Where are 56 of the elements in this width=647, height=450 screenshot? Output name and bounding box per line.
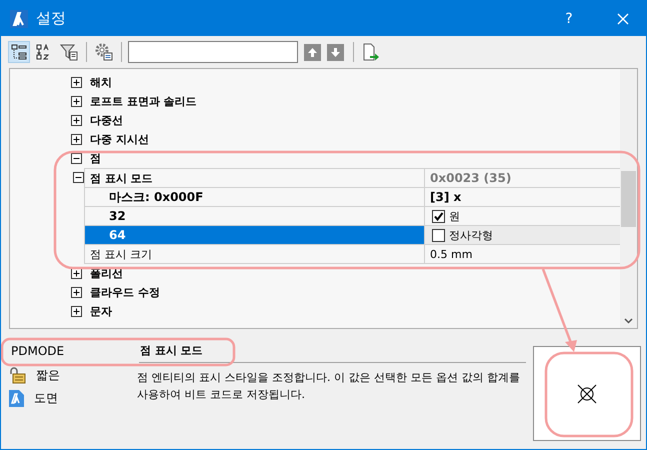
tree-item[interactable]: 해치 xyxy=(90,75,112,90)
scrollbar[interactable] xyxy=(620,69,637,328)
next-button[interactable] xyxy=(327,44,344,60)
property-name[interactable]: 점 표시 모드 xyxy=(84,169,425,187)
option-label: 원 xyxy=(449,208,460,224)
tree-item[interactable]: 폴리선 xyxy=(90,266,123,281)
checkbox[interactable] xyxy=(432,210,445,222)
sort-alphabetic-icon xyxy=(36,44,52,60)
description-text: 점 엔티티의 표시 스타일을 조정합니다. 이 값은 선택한 모든 옵션 값의 합계를 사용하여 비트 코드로 저장됩니다. xyxy=(137,370,521,403)
window-title: 설정 xyxy=(36,9,66,28)
tree-item[interactable]: 다중 지시선 xyxy=(90,132,149,147)
arrow-up-icon xyxy=(307,46,318,58)
previous-button[interactable] xyxy=(304,44,321,60)
property-name[interactable]: 점 표시 크기 xyxy=(84,245,425,263)
gear-icon xyxy=(95,43,113,61)
filter-icon xyxy=(60,43,78,61)
description-title: 점 표시 모드 xyxy=(139,339,526,363)
expand-icon[interactable] xyxy=(71,268,82,279)
toolbar-button[interactable] xyxy=(93,41,115,63)
property-name[interactable]: 32 xyxy=(84,207,425,225)
collapse-icon[interactable] xyxy=(73,172,84,183)
arrow-down-icon xyxy=(330,46,341,58)
expand-icon[interactable] xyxy=(71,306,82,317)
expand-icon[interactable] xyxy=(71,96,82,107)
property-value: [3] x xyxy=(430,190,462,204)
export-icon xyxy=(362,43,380,61)
property-value: 0x0023 (35) xyxy=(430,171,512,185)
lock-icon xyxy=(9,367,26,384)
tree-item[interactable]: 문자 xyxy=(90,304,112,319)
help-button[interactable]: ? xyxy=(546,10,592,26)
app-logo-icon xyxy=(9,390,24,407)
toolbar-button[interactable] xyxy=(8,41,30,63)
expand-icon[interactable] xyxy=(71,115,82,126)
meta-label: 도면 xyxy=(34,390,58,407)
close-icon[interactable] xyxy=(617,12,629,24)
app-logo-icon xyxy=(10,10,28,28)
tree-item[interactable]: 로프트 표면과 솔리드 xyxy=(90,94,197,109)
tree-item[interactable]: 점 xyxy=(90,151,101,166)
property-value: 0.5 mm xyxy=(430,248,472,260)
checkbox[interactable] xyxy=(432,228,445,242)
search-field[interactable] xyxy=(128,41,298,63)
property-name[interactable]: 64 xyxy=(84,226,425,244)
expand-icon[interactable] xyxy=(71,134,82,145)
collapse-icon[interactable] xyxy=(71,153,82,164)
chevron-down-icon[interactable] xyxy=(624,318,633,324)
point-symbol-icon xyxy=(577,384,597,404)
scrollbar-thumb[interactable] xyxy=(621,171,636,227)
meta-label: 짧은 xyxy=(36,367,60,384)
expand-icon[interactable] xyxy=(71,77,82,88)
property-name[interactable]: 마스크: 0x000F xyxy=(84,188,425,206)
option-label: 정사각형 xyxy=(449,228,493,242)
expand-icon[interactable] xyxy=(71,287,82,298)
tree-item[interactable]: 다중선 xyxy=(90,113,123,128)
tree-item[interactable]: 클라우드 수정 xyxy=(90,285,160,300)
variable-name: PDMODE xyxy=(10,344,66,358)
categorized-view-icon xyxy=(11,44,27,60)
